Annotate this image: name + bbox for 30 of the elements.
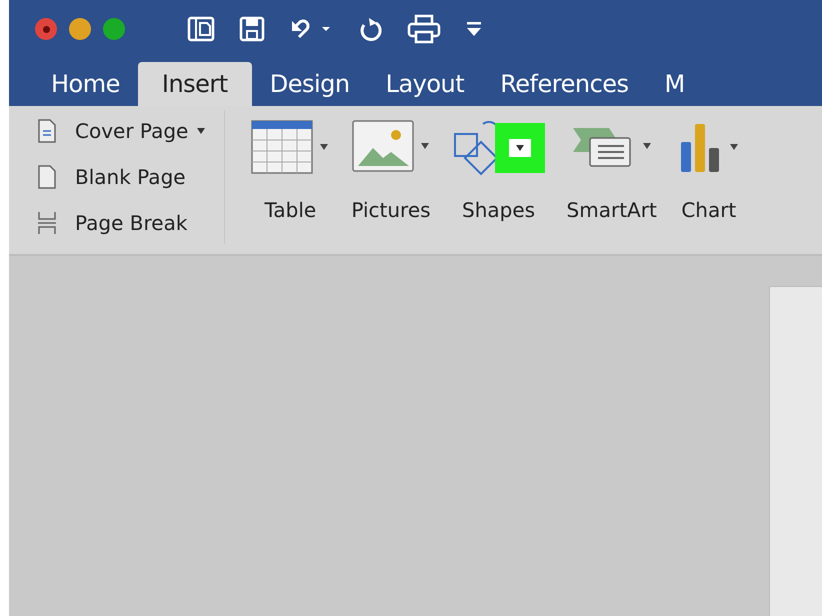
save-icon[interactable] — [239, 15, 265, 43]
document-lines-icon — [37, 118, 57, 144]
ribbon-button[interactable]: Pictures — [351, 116, 431, 232]
ribbon-tab[interactable]: Insert — [138, 62, 252, 106]
ribbon-tab[interactable]: References — [482, 62, 647, 106]
page-break-icon — [37, 210, 57, 236]
ribbon-tab[interactable]: Layout — [368, 62, 482, 106]
ribbon-tab[interactable]: Home — [33, 62, 138, 106]
sidebar-icon[interactable] — [187, 15, 215, 43]
ribbon-button[interactable]: Shapes — [452, 116, 545, 232]
zoom-button[interactable] — [103, 18, 125, 40]
page-menu-item[interactable]: Page Break — [37, 202, 206, 244]
table-icon — [251, 120, 314, 174]
ribbon-button[interactable]: SmartArt — [566, 116, 657, 232]
ribbon-tab[interactable]: M — [646, 62, 703, 106]
caret-icon[interactable] — [642, 142, 652, 150]
picture-icon — [352, 120, 414, 172]
ribbon-button[interactable]: Chart — [678, 116, 739, 232]
print-icon[interactable] — [407, 14, 441, 44]
caret-icon[interactable] — [420, 142, 430, 150]
page-menu-item[interactable]: Blank Page — [37, 156, 206, 198]
blank-page-icon — [37, 164, 57, 190]
page-menu-item[interactable]: Cover Page — [37, 110, 206, 152]
caret-icon[interactable] — [728, 143, 739, 151]
close-button[interactable] — [35, 18, 57, 40]
ribbon-tab[interactable]: Design — [252, 62, 368, 106]
minimize-button[interactable] — [69, 18, 91, 40]
caret-icon — [196, 127, 206, 135]
caret-icon[interactable] — [319, 143, 330, 151]
ribbon-button[interactable]: Table — [251, 116, 330, 232]
